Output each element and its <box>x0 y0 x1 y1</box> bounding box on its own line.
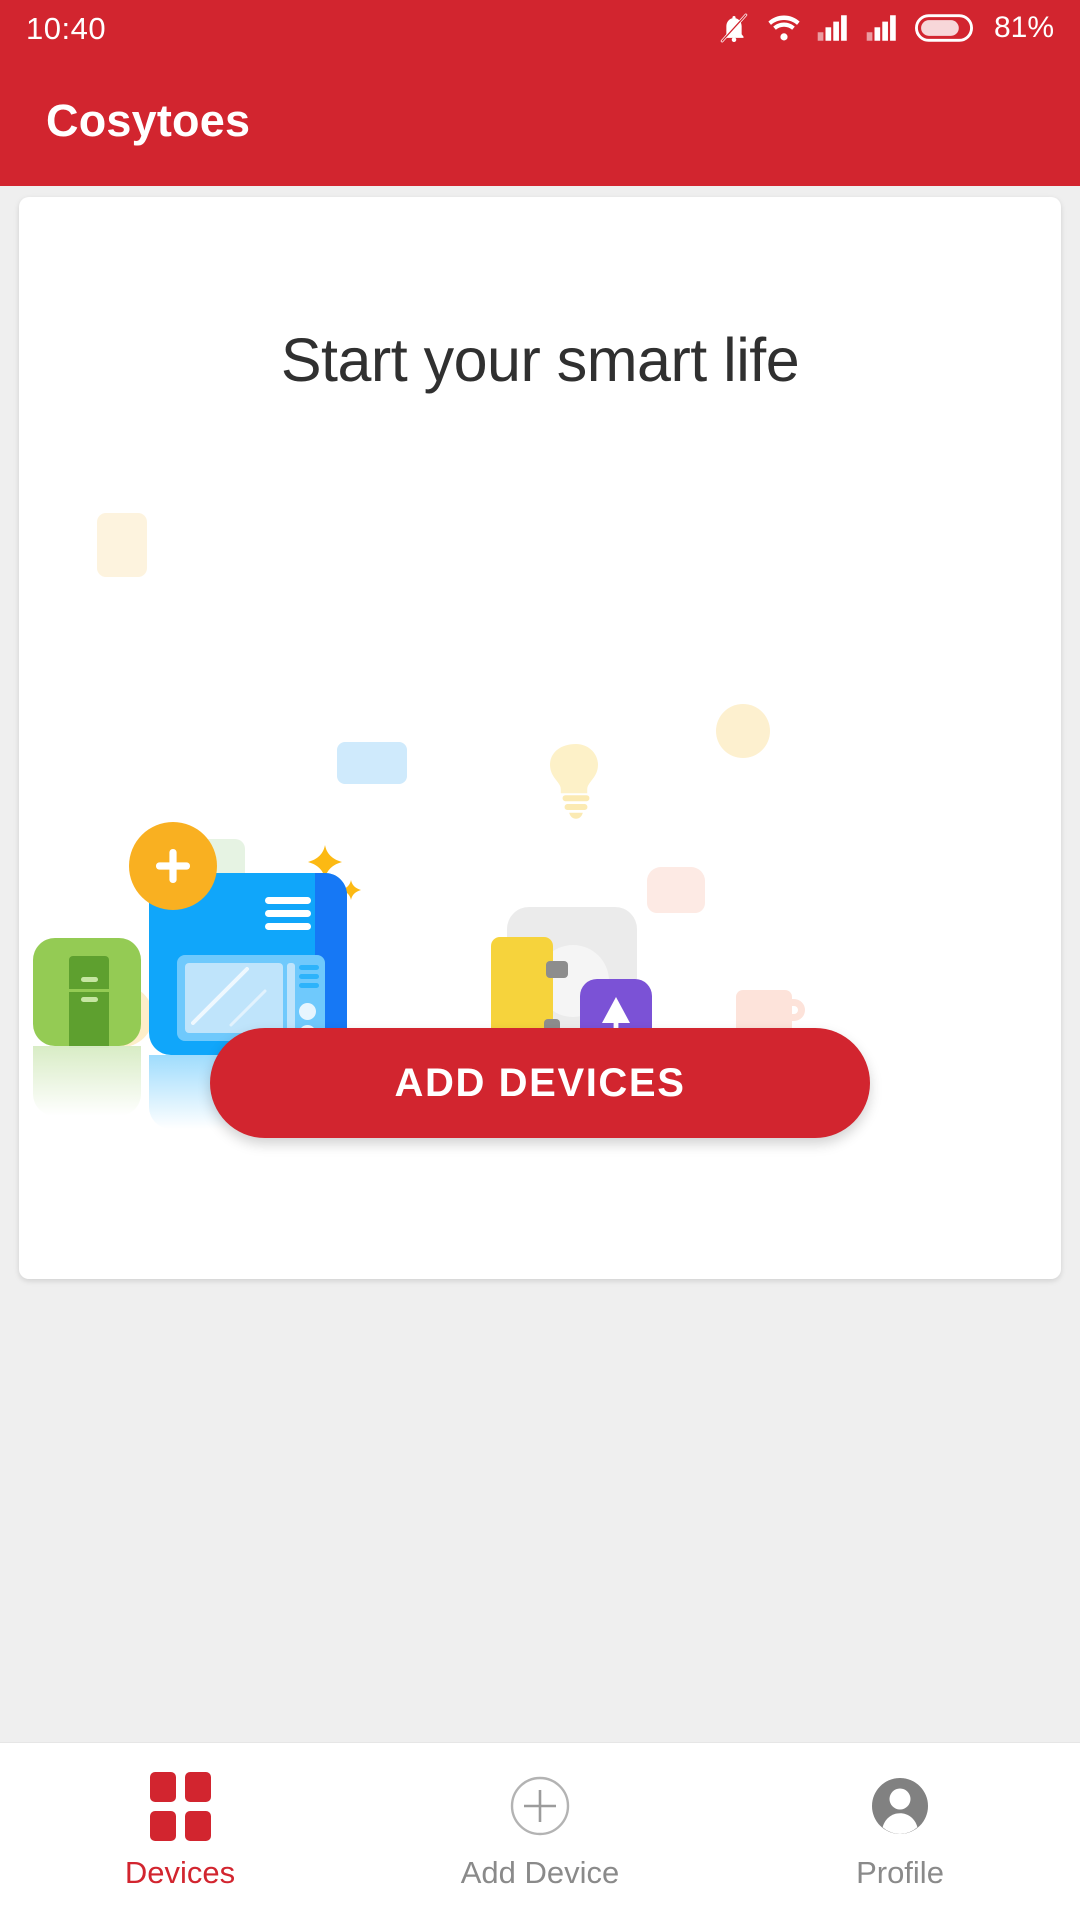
add-badge-icon <box>129 822 217 910</box>
page-title: Start your smart life <box>280 326 800 394</box>
nav-label-devices: Devices <box>124 1855 236 1890</box>
bell-mute-icon <box>717 11 751 45</box>
smart-home-devices-illustration <box>19 467 1061 1129</box>
grid-squares-icon <box>149 1771 211 1841</box>
nav-item-add-device[interactable]: Add Device <box>360 1743 720 1920</box>
refrigerator-handle-bottom-icon <box>81 997 98 1002</box>
signal-sim2-icon <box>866 13 900 43</box>
add-devices-button[interactable]: ADD DEVICES <box>210 1028 870 1138</box>
refrigerator-body-icon <box>69 956 109 1048</box>
faded-bulb-icon <box>548 742 604 820</box>
microwave-window-glare-icon <box>185 963 283 1038</box>
status-bar: 10:40 81% <box>0 0 1080 56</box>
nav-item-profile[interactable]: Profile <box>720 1743 1080 1920</box>
bottom-navigation-bar: Devices Add Device Profile <box>0 1742 1080 1920</box>
faded-circle-peach <box>647 867 705 913</box>
battery-percent-label: 81% <box>993 11 1054 44</box>
faded-square-blue <box>337 742 407 784</box>
nav-label-add-device: Add Device <box>460 1855 620 1890</box>
top-bar: 10:40 81% Cosytoes <box>0 0 1080 186</box>
circle-plus-icon <box>509 1775 571 1837</box>
microwave-knob-upper-icon <box>299 1003 316 1020</box>
microwave-vent-lines-icon <box>265 897 311 942</box>
microwave-control-lines-icon <box>299 965 319 1002</box>
faded-kettle-handle <box>785 999 805 1021</box>
app-title: Cosytoes <box>46 95 251 146</box>
refrigerator-reflection <box>33 1046 141 1116</box>
app-bar: Cosytoes <box>0 56 1080 186</box>
refrigerator-handle-top-icon <box>81 977 98 982</box>
nav-item-devices[interactable]: Devices <box>0 1743 360 1920</box>
person-avatar-icon <box>869 1775 931 1837</box>
empty-state-card: Start your smart life ADD DEVICES <box>19 197 1061 1279</box>
refrigerator-divider-icon <box>69 989 109 992</box>
faded-square-yellow <box>97 513 147 577</box>
battery-icon <box>914 13 973 43</box>
wifi-icon <box>766 13 802 43</box>
signal-sim1-icon <box>817 13 851 43</box>
status-time: 10:40 <box>26 10 107 46</box>
status-icon-group: 81% <box>717 11 1054 45</box>
nav-label-profile: Profile <box>856 1855 944 1890</box>
toaster-knob-icon <box>546 961 568 978</box>
faded-circle-yellow-right <box>716 704 770 758</box>
microwave-door-edge-icon <box>287 963 295 1033</box>
